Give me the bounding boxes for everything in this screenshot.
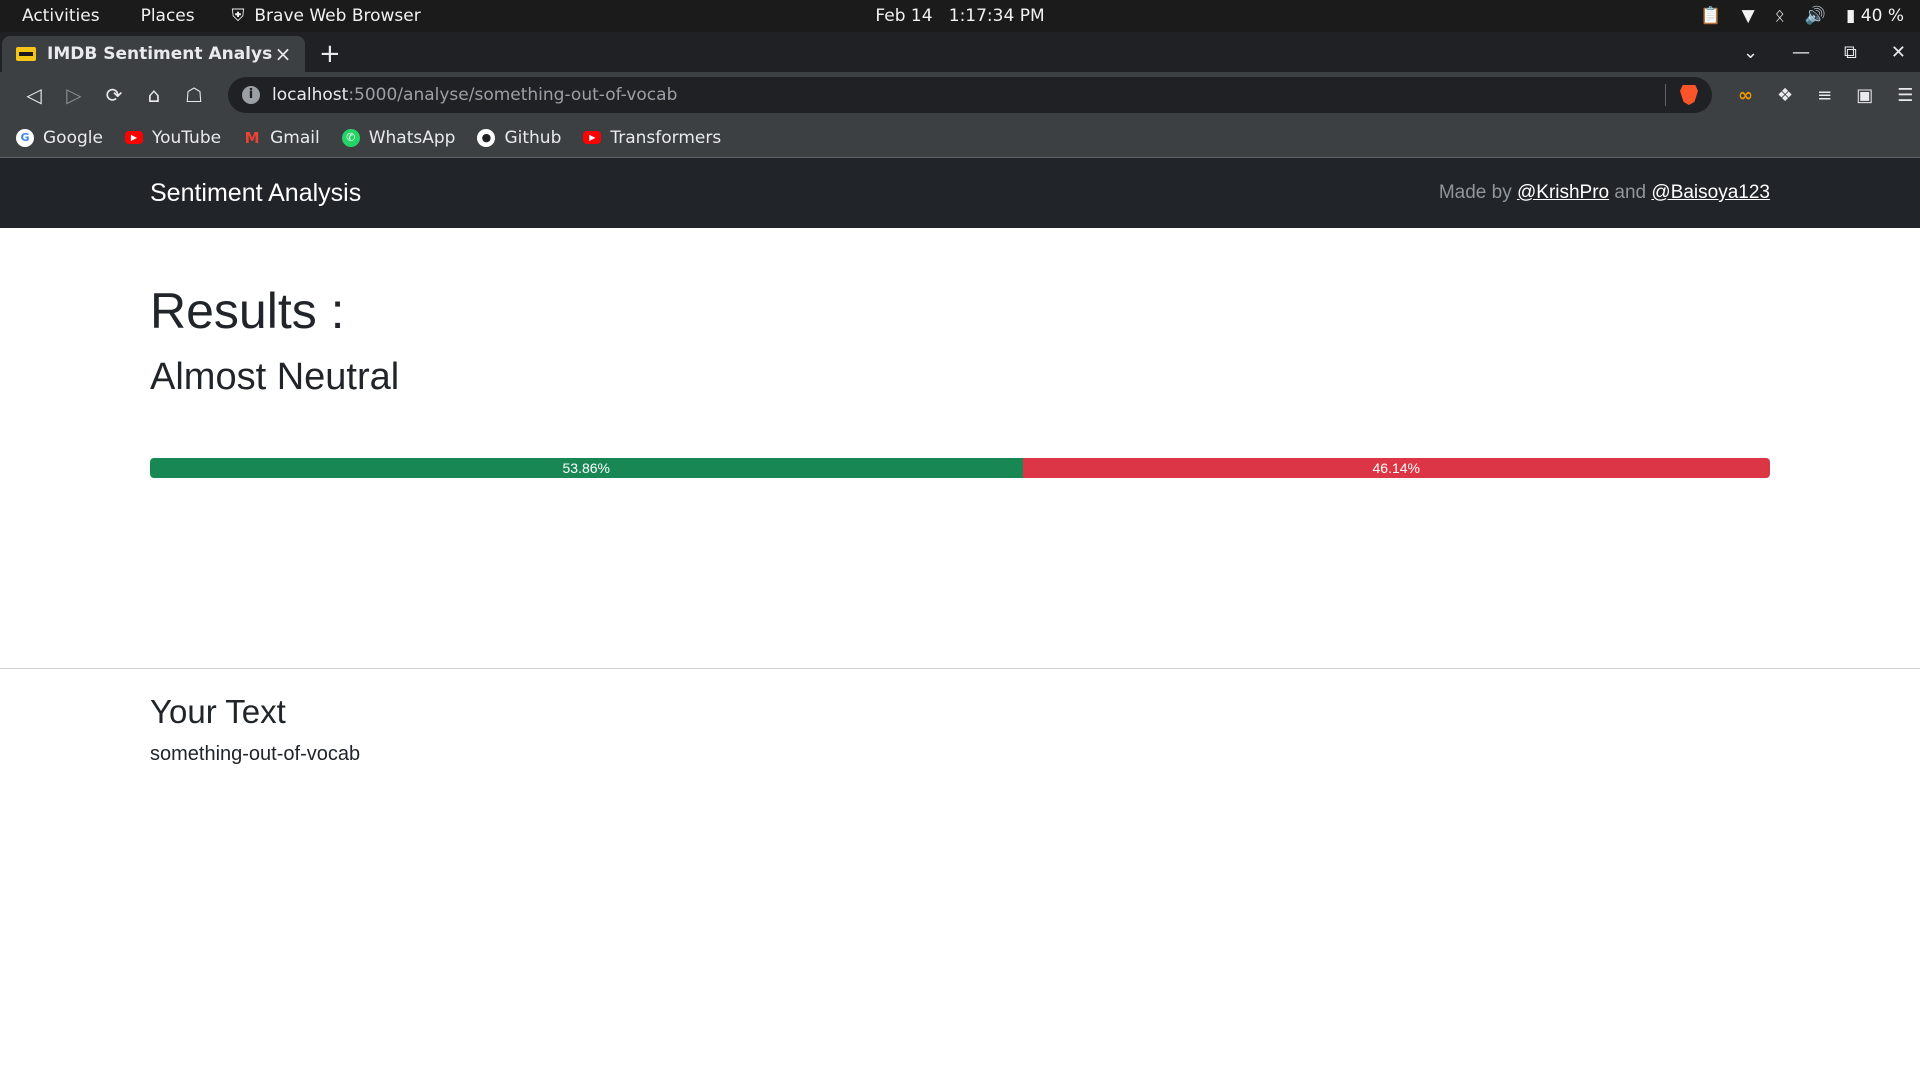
url-host: localhost <box>272 85 349 105</box>
bookmark-whatsapp[interactable]: ✆ WhatsApp <box>341 127 456 148</box>
main-content: Results : Almost Neutral 53.86% 46.14% <box>0 286 1920 478</box>
bookmark-transformers[interactable]: ▶ Transformers <box>583 128 721 148</box>
positive-segment: 53.86% <box>150 458 1023 478</box>
brave-lion-icon: ⛨ <box>231 6 245 26</box>
site-info-icon[interactable]: i <box>242 86 260 104</box>
sentiment-verdict: Almost Neutral <box>150 356 400 398</box>
whatsapp-icon: ✆ <box>341 128 360 147</box>
restore-button[interactable]: ⧉ <box>1844 42 1857 63</box>
playlist-icon[interactable]: ≡ <box>1817 85 1832 106</box>
tab-strip: IMDB Sentiment Analysis × + ⌄ — ⧉ ✕ <box>0 32 1920 72</box>
new-tab-button[interactable]: + <box>319 39 341 69</box>
author-link-baisoya123[interactable]: @Baisoya123 <box>1651 182 1770 203</box>
made-by-credit: Made by @KrishPro and @Baisoya123 <box>1439 182 1770 204</box>
tab-title: IMDB Sentiment Analysis <box>47 44 273 64</box>
extensions-puzzle-icon[interactable]: ❖ <box>1777 85 1793 106</box>
back-button[interactable]: ◁ <box>14 83 54 107</box>
author-link-krishpro[interactable]: @KrishPro <box>1517 182 1609 203</box>
sentiment-progress-bar: 53.86% 46.14% <box>150 458 1770 478</box>
bluetooth-icon[interactable]: ᛟ <box>1775 6 1785 26</box>
places-menu[interactable]: Places <box>119 6 214 26</box>
extension-loop-icon[interactable]: ∞ <box>1738 85 1753 106</box>
window-controls: ⌄ — ⧉ ✕ <box>1743 32 1906 72</box>
close-window-button[interactable]: ✕ <box>1891 42 1906 63</box>
google-icon: G <box>16 128 34 147</box>
brave-shields-icon[interactable] <box>1680 85 1698 105</box>
wallet-icon[interactable]: ▣ <box>1856 85 1873 106</box>
bookmark-youtube[interactable]: ▶ YouTube <box>124 127 222 148</box>
site-navbar: Sentiment Analysis Made by @KrishPro and… <box>0 158 1920 228</box>
menu-hamburger-icon[interactable]: ☰ <box>1897 85 1913 106</box>
bookmarks-bar: G Google ▶ YouTube M Gmail ✆ WhatsApp ● Githu… <box>0 118 1920 158</box>
clock-date[interactable]: Feb 14 <box>875 6 932 26</box>
negative-segment: 46.14% <box>1022 458 1770 478</box>
close-tab-icon[interactable]: × <box>273 42 293 66</box>
made-by-prefix: Made by <box>1438 182 1512 203</box>
tab-active[interactable]: IMDB Sentiment Analysis × <box>2 36 305 72</box>
section-divider <box>0 668 1920 669</box>
battery-indicator[interactable]: ▮ 40 % <box>1846 6 1904 26</box>
navbar-brand[interactable]: Sentiment Analysis <box>150 179 361 208</box>
imdb-favicon-icon <box>16 47 36 61</box>
github-icon: ● <box>477 128 496 147</box>
omnibox-divider <box>1665 84 1666 106</box>
address-bar[interactable]: i localhost:5000/analyse/something-out-o… <box>228 77 1712 113</box>
system-tray[interactable]: 📋 ▼ ᛟ 🔊 ▮ 40 % <box>1700 6 1920 26</box>
extension-icons: ∞ ❖ ≡ ▣ ☰ <box>1738 85 1913 106</box>
bookmark-label: Transformers <box>610 127 722 148</box>
bookmark-icon[interactable]: ☖ <box>174 83 214 107</box>
wifi-icon[interactable]: ▼ <box>1742 6 1755 26</box>
tab-search-chevron-icon[interactable]: ⌄ <box>1743 42 1758 63</box>
youtube-icon: ▶ <box>583 131 602 144</box>
battery-percent: 40 % <box>1860 6 1904 26</box>
reload-button[interactable]: ⟳ <box>94 83 134 107</box>
app-menu-label: Brave Web Browser <box>254 6 421 26</box>
bookmark-label: WhatsApp <box>368 127 456 148</box>
home-button[interactable]: ⌂ <box>134 83 174 107</box>
bookmark-google[interactable]: G Google <box>16 128 103 148</box>
forward-button[interactable]: ▷ <box>54 83 94 107</box>
clipboard-icon[interactable]: 📋 <box>1700 6 1721 26</box>
your-text-value: something-out-of-vocab <box>150 743 361 765</box>
bookmark-github[interactable]: ● Github <box>477 128 561 148</box>
youtube-icon: ▶ <box>124 131 143 144</box>
url-path: :5000/analyse/something-out-of-vocab <box>348 85 678 105</box>
bookmark-gmail[interactable]: M Gmail <box>243 128 320 148</box>
minimize-button[interactable]: — <box>1792 42 1810 63</box>
results-heading: Results : <box>150 283 345 339</box>
activities-button[interactable]: Activities <box>0 6 119 26</box>
system-top-bar: Activities Places ⛨ Brave Web Browser Fe… <box>0 0 1920 32</box>
bookmark-label: YouTube <box>151 127 222 148</box>
bookmark-label: Github <box>504 127 562 148</box>
toolbar: ◁ ▷ ⟳ ⌂ ☖ i localhost:5000/analyse/somet… <box>0 72 1920 118</box>
and-text: and <box>1614 182 1647 203</box>
clock-time[interactable]: 1:17:34 PM <box>949 6 1045 26</box>
volume-icon[interactable]: 🔊 <box>1805 6 1826 26</box>
your-text-heading: Your Text <box>150 693 286 730</box>
bookmark-label: Google <box>43 127 103 148</box>
your-text-section: Your Text something-out-of-vocab <box>0 693 1920 766</box>
app-menu[interactable]: ⛨ Brave Web Browser <box>214 6 421 26</box>
bookmark-label: Gmail <box>270 127 320 148</box>
gmail-icon: M <box>244 128 260 147</box>
